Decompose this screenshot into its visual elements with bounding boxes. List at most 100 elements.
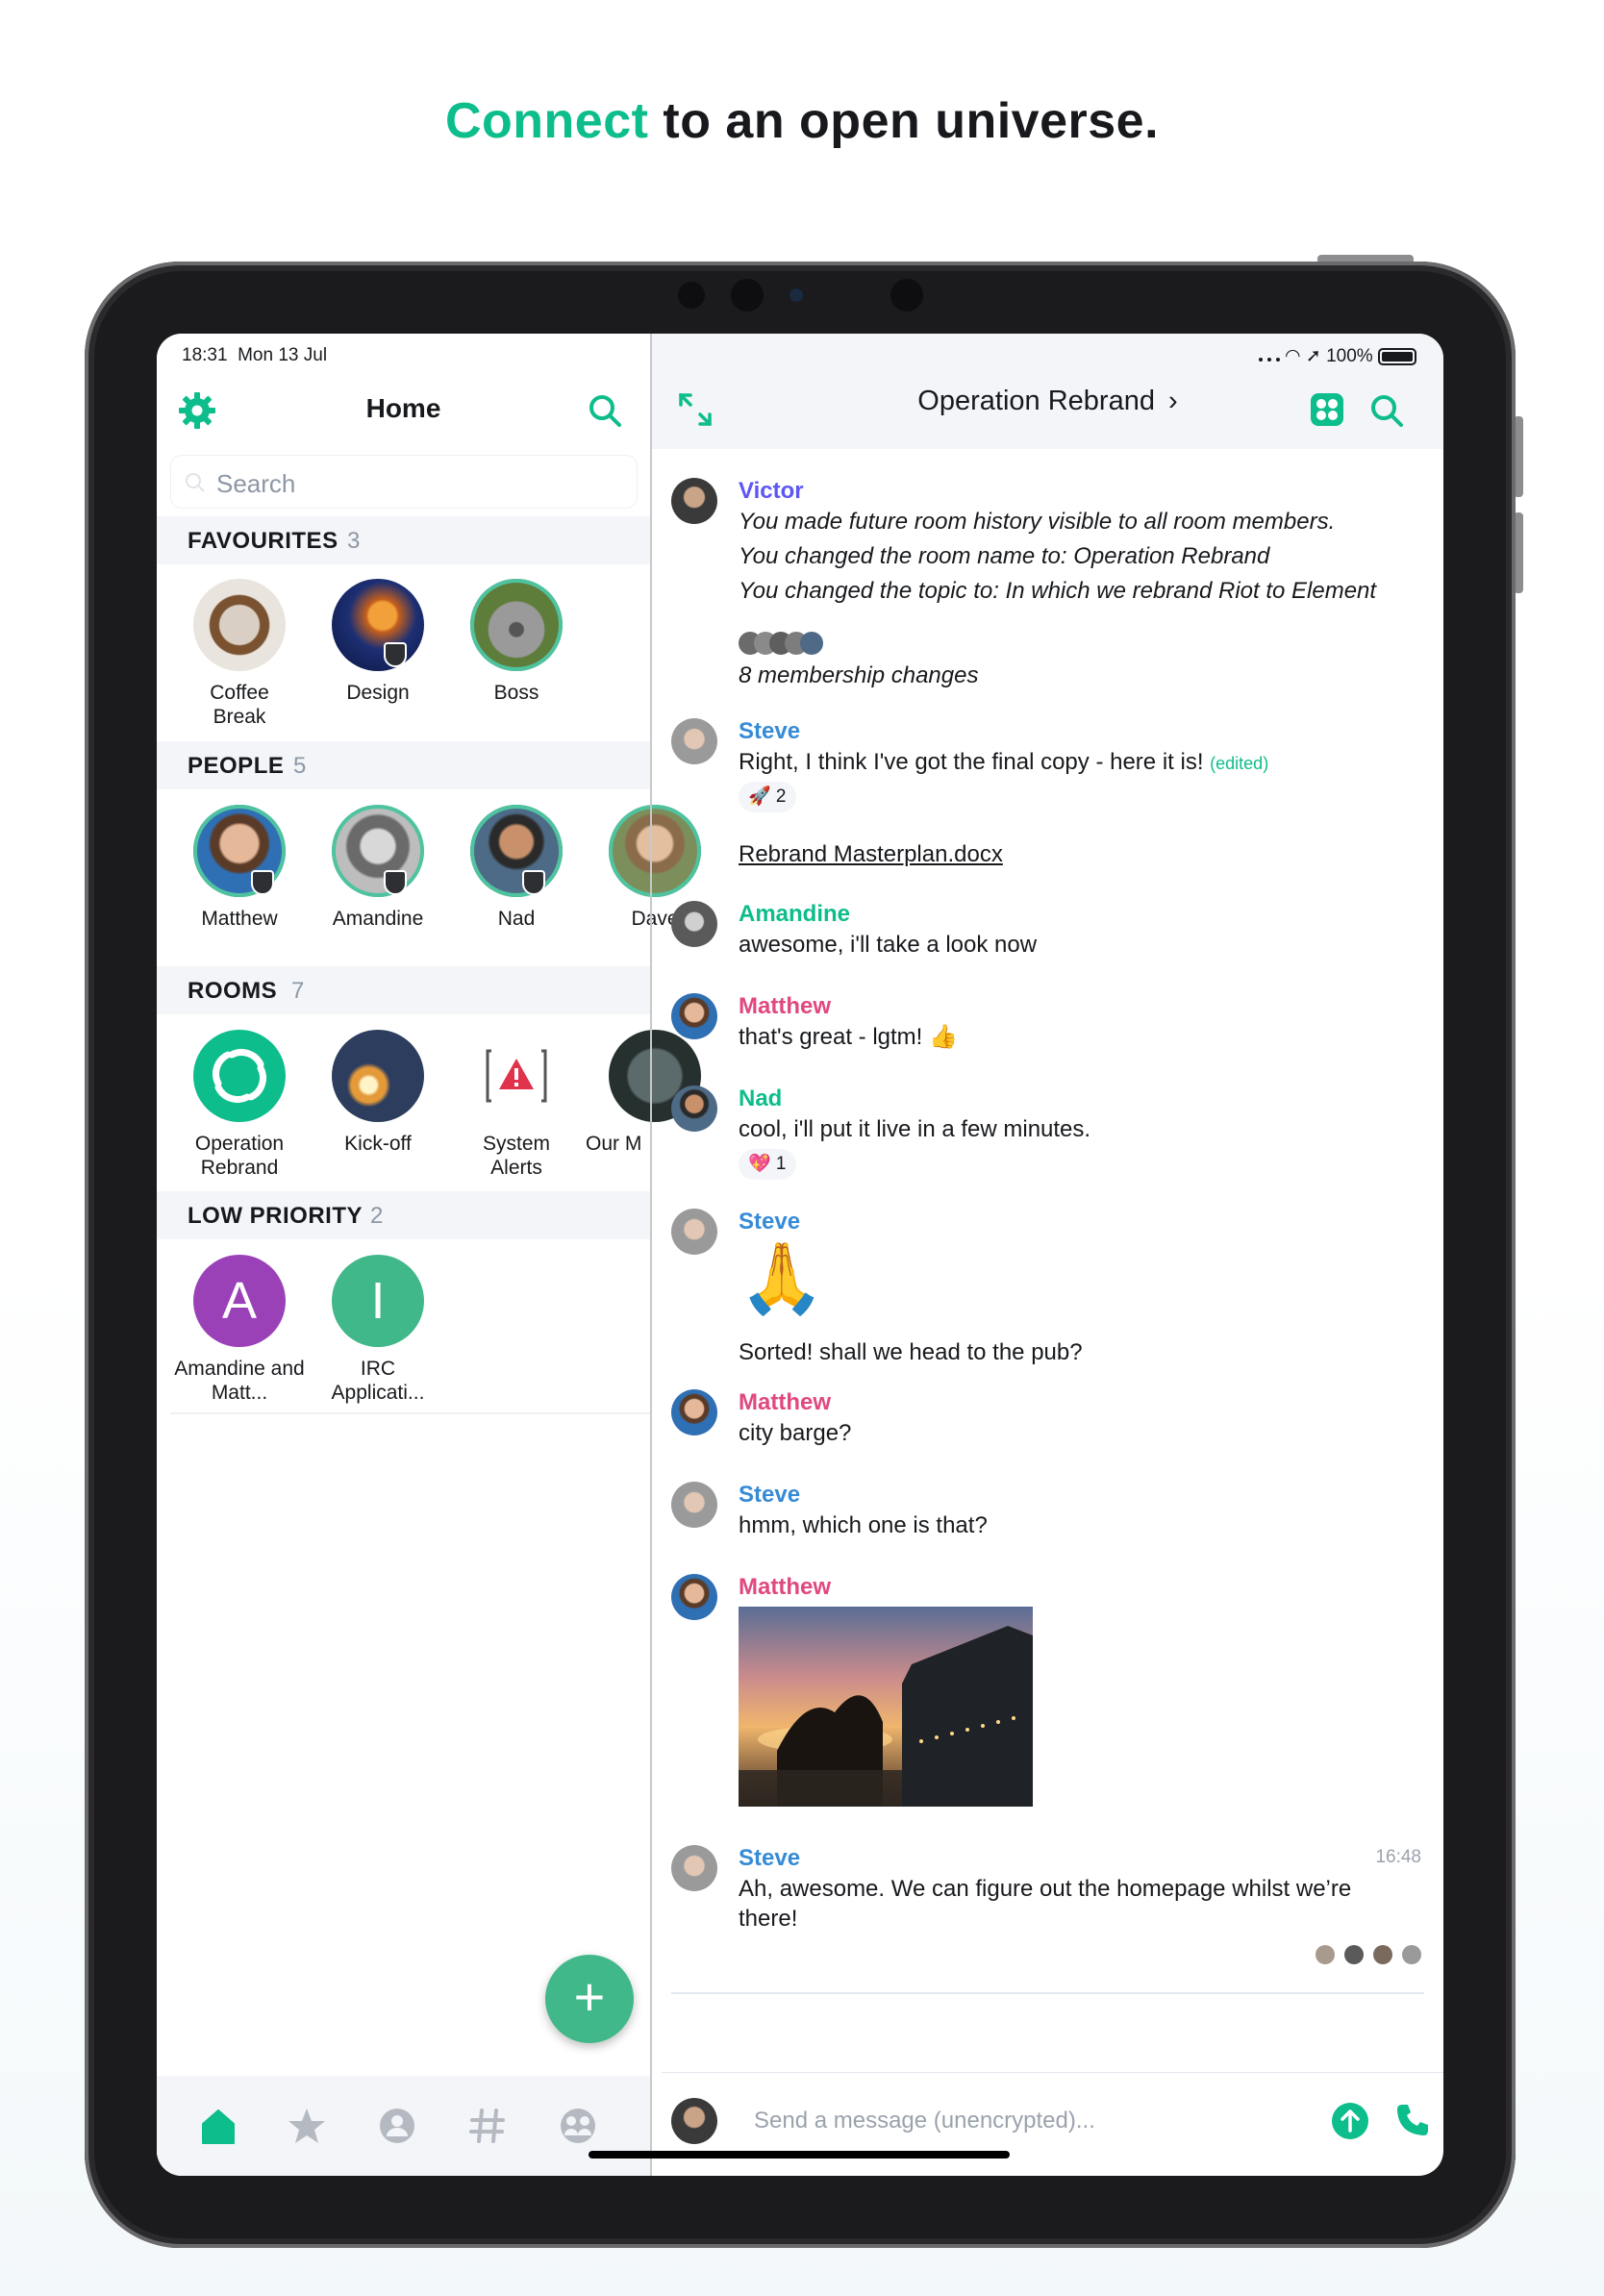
file-attachment-link[interactable]: Rebrand Masterplan.docx [739, 839, 1003, 869]
person-label: Nad [497, 908, 536, 930]
person-tile-matthew[interactable]: Matthew [170, 805, 309, 931]
section-people[interactable]: PEOPLE 5 [157, 741, 650, 789]
person-tile-nad[interactable]: Nad [447, 805, 586, 931]
room-label: System Alerts [482, 1133, 550, 1179]
person-avatar [332, 805, 424, 897]
camera-dot [731, 279, 764, 312]
room-avatar [193, 579, 286, 671]
avatar[interactable] [671, 1209, 717, 1255]
room-tile-coffee-break[interactable]: Coffee Break [170, 579, 309, 729]
avatar[interactable] [671, 1389, 717, 1435]
shield-icon [384, 870, 407, 895]
search-input[interactable]: Search [170, 455, 638, 509]
sender-name[interactable]: Matthew [739, 1389, 831, 1416]
avatar[interactable] [671, 1574, 717, 1620]
sender-name[interactable]: Matthew [739, 993, 831, 1020]
sender-name[interactable]: Amandine [739, 901, 850, 928]
camera-dot [890, 279, 923, 312]
message-text: Ah, awesome. We can figure out the homep… [739, 1876, 1352, 1932]
avatar[interactable] [671, 1482, 717, 1528]
hashtag-icon[interactable] [466, 2105, 509, 2147]
avatar[interactable] [671, 1086, 717, 1132]
room-tile-design[interactable]: Design [309, 579, 447, 705]
new-room-button[interactable]: + [545, 1955, 634, 2043]
search-icon [186, 473, 205, 492]
message-timestamp: 16:48 [1375, 1847, 1421, 1867]
section-title: LOW PRIORITY [188, 1203, 363, 1229]
search-placeholder: Search [216, 469, 296, 498]
camera-lens [789, 288, 803, 302]
battery-text: 100% [1326, 346, 1373, 366]
person-label: Amandine [332, 908, 424, 930]
sender-name[interactable]: Matthew [739, 1574, 831, 1601]
chevron-right-icon: › [1168, 386, 1178, 416]
home-indicator[interactable] [589, 2151, 1010, 2159]
section-favourites[interactable]: FAVOURITES 3 [157, 516, 650, 564]
sender-name[interactable]: Steve [739, 1209, 800, 1235]
status-time: 18:31 Mon 13 Jul [182, 345, 327, 366]
headline: Connect to an open universe. [0, 92, 1604, 150]
signal-icon [1258, 350, 1280, 362]
sender-name[interactable]: Steve [739, 1845, 800, 1872]
search-icon[interactable] [1369, 393, 1404, 428]
search-icon[interactable] [588, 393, 622, 428]
sender-name[interactable]: Steve [739, 718, 800, 745]
room-label: Operation Rebrand [194, 1133, 285, 1179]
headline-accent: Connect [444, 93, 649, 149]
room-label: Kick-off [344, 1133, 412, 1155]
shield-icon [384, 642, 407, 667]
reaction-pill[interactable]: 🚀 2 [739, 782, 796, 812]
bottom-tab-bar [157, 2076, 650, 2176]
section-low-priority[interactable]: LOW PRIORITY 2 [157, 1191, 650, 1239]
avatar[interactable] [671, 993, 717, 1039]
room-avatar [470, 1030, 563, 1122]
room-avatar [193, 1030, 286, 1122]
room-tile-irc-application[interactable]: I IRC Applicati... [309, 1255, 447, 1405]
person-label: Matthew [201, 908, 278, 930]
room-tile-boss[interactable]: Boss [447, 579, 586, 705]
phone-icon[interactable] [1394, 2102, 1431, 2138]
communities-icon[interactable] [557, 2105, 599, 2147]
avatar[interactable] [671, 901, 717, 947]
upload-icon[interactable] [1331, 2102, 1369, 2140]
location-icon: ➚ [1305, 346, 1321, 366]
sender-name[interactable]: Nad [739, 1086, 782, 1112]
room-tile-operation-rebrand[interactable]: Operation Rebrand [170, 1030, 309, 1180]
sender-name[interactable]: Victor [739, 478, 804, 505]
home-icon[interactable] [197, 2105, 239, 2147]
sender-name[interactable]: Steve [739, 1482, 800, 1509]
reaction-pill[interactable]: 💖 1 [739, 1149, 796, 1180]
room-avatar [332, 579, 424, 671]
status-date-text: Mon 13 Jul [238, 345, 328, 365]
avatar[interactable] [671, 478, 717, 524]
membership-text: 8 membership changes [739, 662, 979, 688]
room-tile-system-alerts[interactable]: System Alerts [447, 1030, 586, 1180]
star-icon[interactable] [286, 2105, 328, 2147]
home-panel: 18:31 Mon 13 Jul Home Search FAVOURITES … [157, 334, 701, 2176]
message-text: Right, I think I've got the final copy -… [739, 747, 1268, 779]
person-tile-amandine[interactable]: Amandine [309, 805, 447, 931]
timeline-divider [671, 1992, 1424, 1994]
message-text: that's great - lgtm! 👍 [739, 1024, 958, 1050]
people-icon[interactable] [376, 2105, 418, 2147]
section-title: ROOMS [188, 978, 278, 1004]
home-title: Home [365, 393, 441, 423]
message-input[interactable]: Send a message (unencrypted)... [754, 2108, 1095, 2134]
room-label: IRC Applicati... [331, 1358, 425, 1404]
widgets-icon[interactable] [1309, 391, 1345, 428]
avatar[interactable] [671, 1845, 717, 1891]
room-tile-kick-off[interactable]: Kick-off [309, 1030, 447, 1156]
section-rooms[interactable]: ROOMS 7 [157, 966, 650, 1014]
room-avatar [470, 579, 563, 671]
room-tile-amandine-and-matt[interactable]: A Amandine and Matt... [170, 1255, 309, 1405]
emoji-message: 🙏 [739, 1240, 825, 1317]
avatar[interactable] [671, 718, 717, 764]
read-receipts[interactable] [1316, 1945, 1421, 1964]
person-avatar [470, 805, 563, 897]
sunset-photo[interactable] [739, 1607, 1033, 1807]
list-divider [170, 1412, 650, 1414]
element-logo-icon [213, 1049, 266, 1103]
message-text: You changed the room name to: Operation … [739, 543, 1270, 569]
section-title: PEOPLE [188, 753, 285, 779]
section-count: 5 [293, 753, 307, 779]
